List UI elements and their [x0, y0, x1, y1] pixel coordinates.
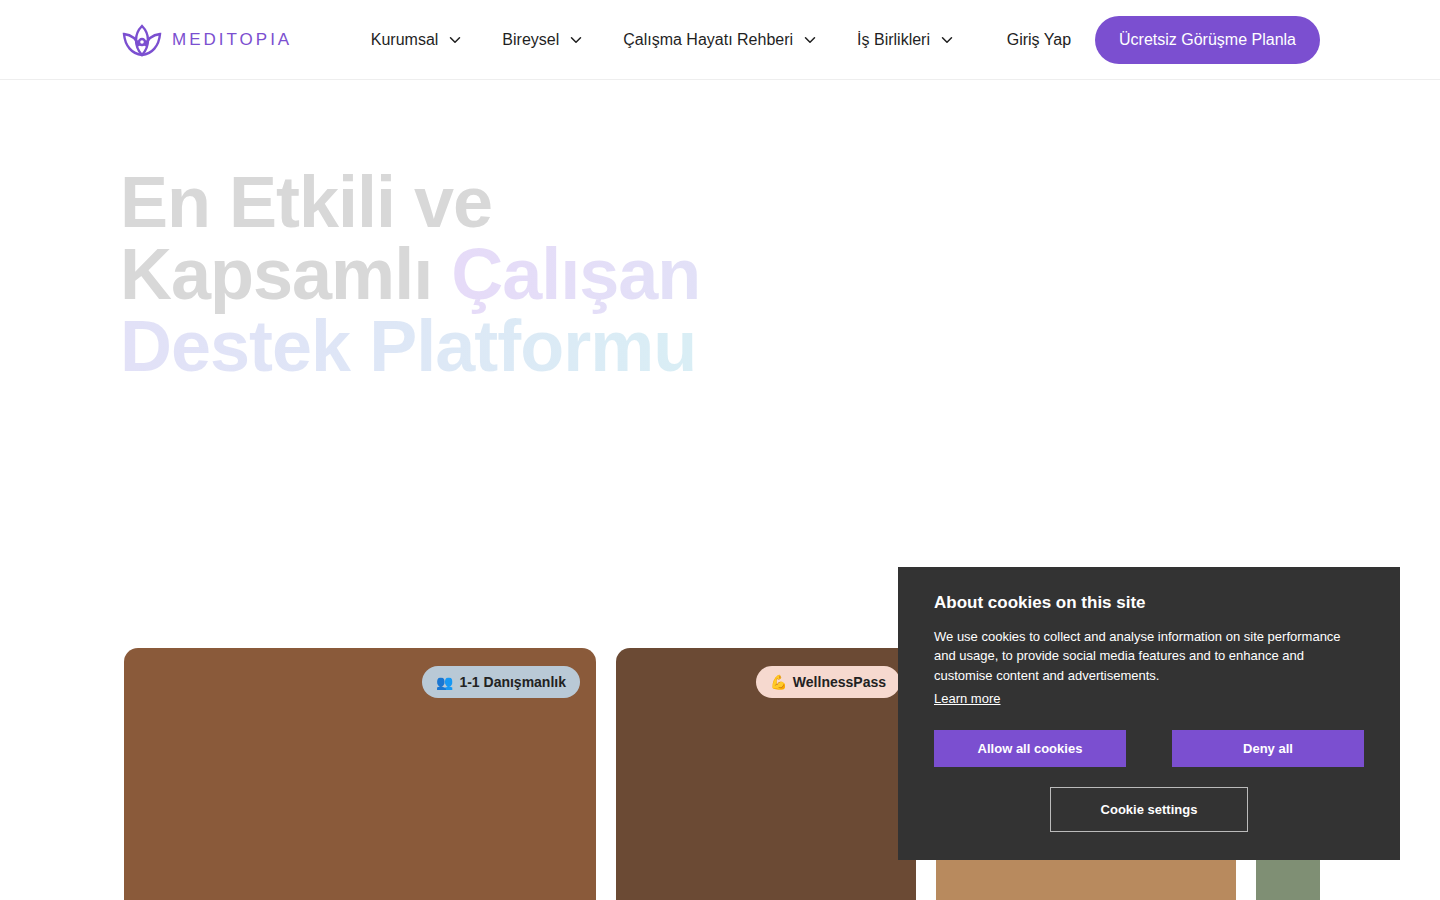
cookie-title: About cookies on this site	[934, 593, 1364, 613]
header-actions: Giriş Yap Ücretsiz Görüşme Planla	[1007, 16, 1320, 64]
allow-cookies-button[interactable]: Allow all cookies	[934, 730, 1126, 767]
header: MEDITOPIA Kurumsal Bireysel Çalışma Hayatı …	[0, 0, 1440, 80]
chevron-down-icon	[446, 31, 464, 49]
cta-button[interactable]: Ücretsiz Görüşme Planla	[1095, 16, 1320, 64]
logo[interactable]: MEDITOPIA	[120, 22, 320, 58]
cookie-settings-button[interactable]: Cookie settings	[1050, 787, 1248, 832]
feature-card[interactable]: 💪WellnessPass	[616, 648, 916, 900]
cookie-buttons: Allow all cookies Deny all	[934, 730, 1364, 767]
badge-icon: 👥	[436, 674, 453, 690]
page: MEDITOPIA Kurumsal Bireysel Çalışma Hayatı …	[0, 0, 1440, 900]
nav-item[interactable]: Bireysel	[502, 31, 585, 49]
chevron-down-icon	[938, 31, 956, 49]
deny-cookies-button[interactable]: Deny all	[1172, 730, 1364, 767]
card-badge: 👥1-1 Danışmanlık	[422, 666, 580, 698]
login-link[interactable]: Giriş Yap	[1007, 31, 1071, 49]
hero: En Etkili ve Kapsamlı Çalışan Destek Pla…	[0, 80, 1440, 382]
lotus-icon	[120, 22, 164, 58]
card-badge: 💪WellnessPass	[756, 666, 900, 698]
hero-title: En Etkili ve Kapsamlı Çalışan Destek Pla…	[120, 166, 720, 382]
feature-card[interactable]: 👥1-1 Danışmanlık	[124, 648, 596, 900]
nav-item[interactable]: Kurumsal	[371, 31, 465, 49]
nav-item[interactable]: Çalışma Hayatı Rehberi	[623, 31, 819, 49]
main-nav: Kurumsal Bireysel Çalışma Hayatı Rehberi İş…	[371, 31, 956, 49]
nav-item[interactable]: İş Birlikleri	[857, 31, 956, 49]
logo-text: MEDITOPIA	[172, 30, 292, 50]
cookie-banner: About cookies on this site We use cookies…	[898, 567, 1400, 861]
chevron-down-icon	[801, 31, 819, 49]
badge-icon: 💪	[770, 674, 787, 690]
learn-more-link[interactable]: Learn more	[934, 691, 1364, 706]
cookie-text: We use cookies to collect and analyse in…	[934, 627, 1364, 686]
chevron-down-icon	[567, 31, 585, 49]
